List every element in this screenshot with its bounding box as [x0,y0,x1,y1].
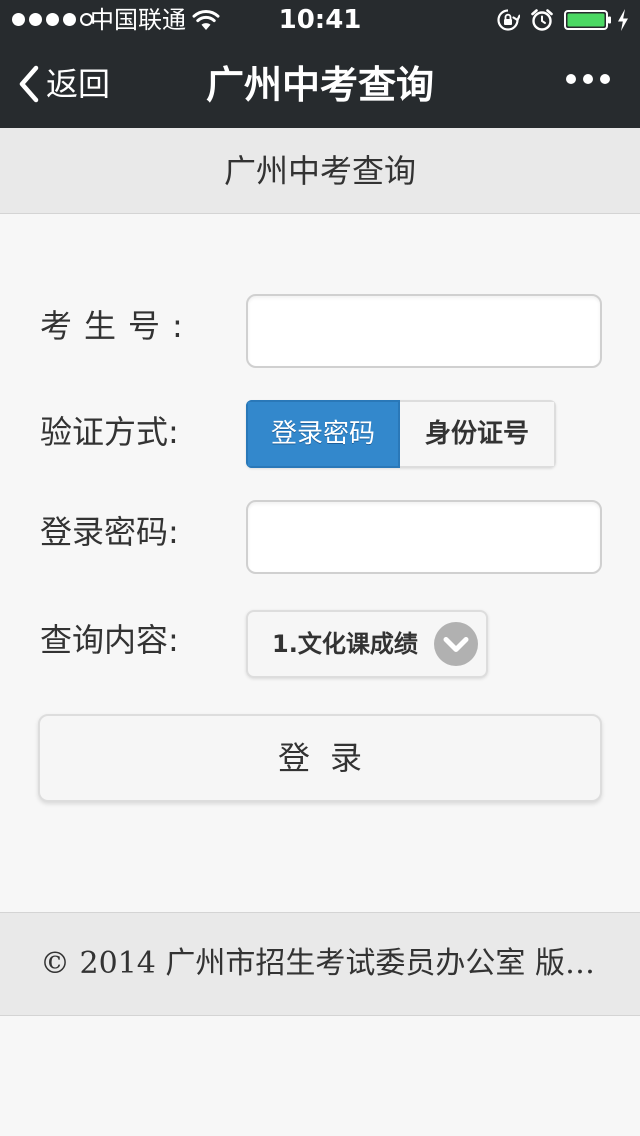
verify-option-id-number[interactable]: 身份证号 [400,400,556,468]
more-dots-icon [566,74,576,84]
chevron-left-icon [19,65,39,103]
alarm-icon [531,9,553,31]
more-dots-icon [600,74,610,84]
copyright-text: © 2014 广州市招生考试委员办公室 版权所有 [40,946,600,981]
more-button[interactable] [566,74,610,84]
password-label: 登录密码: [40,513,179,551]
status-bar: 中国联通 10:41 [0,0,640,40]
back-button[interactable]: 返回 [18,60,110,108]
nav-title: 广州中考查询 [205,63,434,107]
login-button[interactable]: 登录 [38,714,602,802]
chevron-down-icon [434,622,478,666]
candidate-number-input[interactable] [246,294,602,368]
verify-option-password[interactable]: 登录密码 [246,400,400,468]
footer: © 2014 广州市招生考试委员办公室 版权所有 [0,912,640,1016]
page-header: 广州中考查询 [0,128,640,214]
top-bar: 中国联通 10:41 返回 广州中考查询 [0,0,640,128]
query-content-value: 1.文化课成绩 [272,630,418,658]
orientation-lock-icon [497,9,520,31]
navigation-bar: 返回 广州中考查询 [0,40,640,128]
query-content-select[interactable]: 1.文化课成绩 [246,610,488,678]
query-content-label: 查询内容: [40,621,179,659]
charging-bolt-icon [618,9,628,31]
more-dots-icon [583,74,593,84]
candidate-number-label: 考生号: [40,307,195,345]
verify-method-label: 验证方式: [40,413,179,451]
password-input[interactable] [246,500,602,574]
battery-icon [564,10,611,30]
verify-method-toggle: 登录密码 身份证号 [246,400,556,468]
